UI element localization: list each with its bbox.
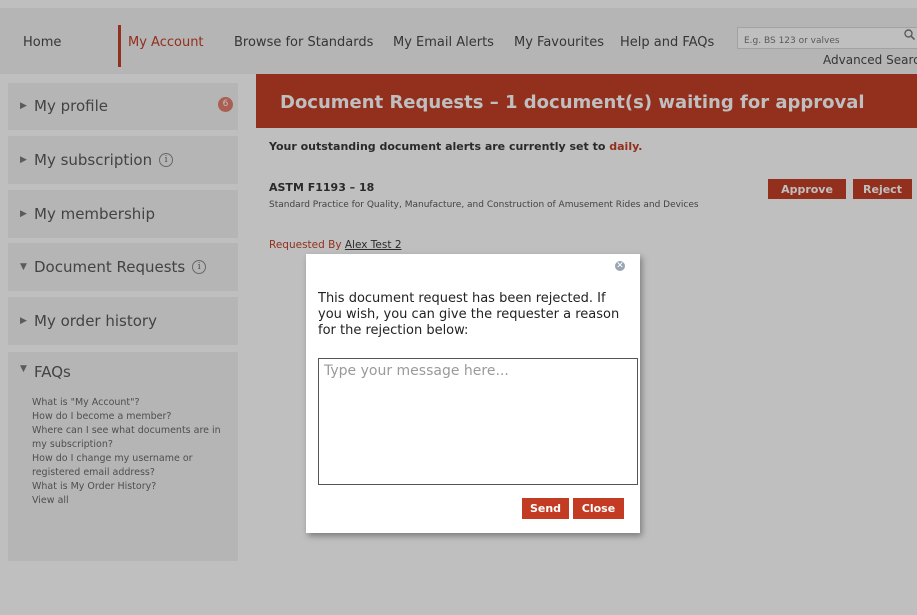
dialog-message: This document request has been rejected.…: [318, 291, 620, 338]
close-button[interactable]: Close: [573, 498, 624, 519]
rejection-reason-input[interactable]: [318, 358, 638, 485]
page: Home My Account Browse for Standards My …: [0, 0, 917, 615]
close-icon[interactable]: ✕: [615, 261, 625, 271]
reject-reason-dialog: ✕ This document request has been rejecte…: [306, 254, 640, 533]
send-button[interactable]: Send: [522, 498, 569, 519]
